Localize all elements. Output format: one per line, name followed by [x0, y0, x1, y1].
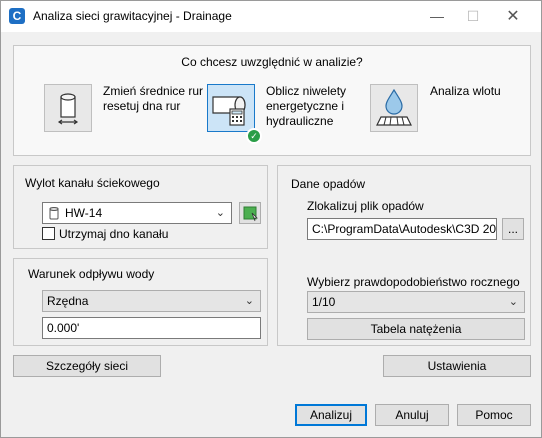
pipe-calculator-icon: [212, 96, 246, 126]
tailwater-condition-value: Rzędna: [47, 294, 89, 308]
structure-icon: [49, 207, 59, 220]
tailwater-elevation-input[interactable]: 0.000': [42, 317, 261, 339]
option-inlet-analysis-label: Analiza wlotu: [430, 84, 501, 99]
tailwater-condition-select[interactable]: Rzędna ⌄: [42, 290, 261, 312]
option-label-line: energetyczne i: [266, 99, 345, 113]
hold-invert-checkbox[interactable]: [42, 227, 55, 240]
outlet-structure-select[interactable]: HW-14 ⌄: [42, 202, 232, 224]
analyze-button[interactable]: Analizuj: [295, 404, 367, 426]
civil3d-app-icon: C: [9, 8, 25, 24]
probability-select[interactable]: 1/10 ⌄: [307, 291, 525, 313]
option-resize-pipes-button[interactable]: [44, 84, 92, 132]
option-label-line: Zmień średnice rur i: [103, 84, 210, 98]
option-label-line: Oblicz niwelety: [266, 84, 347, 98]
tailwater-group-label: Warunek odpływu wody: [28, 267, 155, 281]
analysis-question: Co chcesz uwzględnić w analizie?: [181, 55, 363, 69]
pipe-diameter-icon: [57, 93, 79, 125]
help-button[interactable]: Pomoc: [457, 404, 531, 426]
option-energy-grades-button[interactable]: [207, 84, 255, 132]
maximize-icon[interactable]: ☐: [455, 1, 491, 32]
outlet-structure-value: HW-14: [65, 206, 103, 220]
chevron-down-icon: ⌄: [244, 295, 254, 307]
pick-in-drawing-icon: [243, 206, 258, 222]
probability-label: Wybierz prawdopodobieństwo rocznego: [307, 275, 520, 289]
close-icon[interactable]: ✕: [495, 1, 531, 32]
intensity-table-button[interactable]: Tabela natężenia: [307, 318, 525, 340]
cancel-button[interactable]: Anuluj: [375, 404, 449, 426]
rainfall-group: Dane opadów Zlokalizuj plik opadów C:\Pr…: [277, 165, 531, 346]
network-details-button[interactable]: Szczegóły sieci: [13, 355, 161, 377]
option-resize-pipes-label: Zmień średnice rur i resetuj dna rur: [103, 84, 209, 114]
outlet-group-label: Wylot kanału ściekowego: [25, 176, 160, 190]
outlet-group: Wylot kanału ściekowego HW-14 ⌄ Utrzymaj…: [13, 165, 268, 249]
inlet-water-drop-icon: [376, 88, 412, 126]
rainfall-group-label: Dane opadów: [291, 177, 366, 191]
minimize-icon[interactable]: —: [419, 1, 455, 32]
option-inlet-analysis-button[interactable]: [370, 84, 418, 132]
browse-file-button[interactable]: ...: [502, 218, 524, 240]
tailwater-group: Warunek odpływu wody Rzędna ⌄ 0.000': [13, 258, 268, 346]
option-label-line: resetuj dna rur: [103, 99, 181, 113]
probability-value: 1/10: [312, 295, 336, 309]
rainfall-file-path-input[interactable]: C:\ProgramData\Autodesk\C3D 2021\: [307, 218, 497, 240]
pick-structure-button[interactable]: [239, 202, 261, 224]
option-label-line: hydrauliczne: [266, 114, 334, 128]
dialog-window: C Analiza sieci grawitacyjnej - Drainage…: [0, 0, 542, 438]
hold-invert-label: Utrzymaj dno kanału: [59, 227, 169, 241]
chevron-down-icon: ⌄: [215, 207, 225, 219]
window-title: Analiza sieci grawitacyjnej - Drainage: [33, 9, 232, 23]
title-bar[interactable]: C Analiza sieci grawitacyjnej - Drainage…: [1, 1, 541, 32]
locate-rainfall-label: Zlokalizuj plik opadów: [307, 199, 424, 213]
settings-button[interactable]: Ustawienia: [383, 355, 531, 377]
chevron-down-icon: ⌄: [508, 296, 518, 308]
selected-check-icon: ✓: [246, 128, 262, 144]
option-label-line: Analiza wlotu: [430, 84, 501, 98]
option-energy-grades-label: Oblicz niwelety energetyczne i hydraulic…: [266, 84, 346, 129]
analysis-options-panel: Co chcesz uwzględnić w analizie? Zmień ś…: [13, 45, 531, 156]
